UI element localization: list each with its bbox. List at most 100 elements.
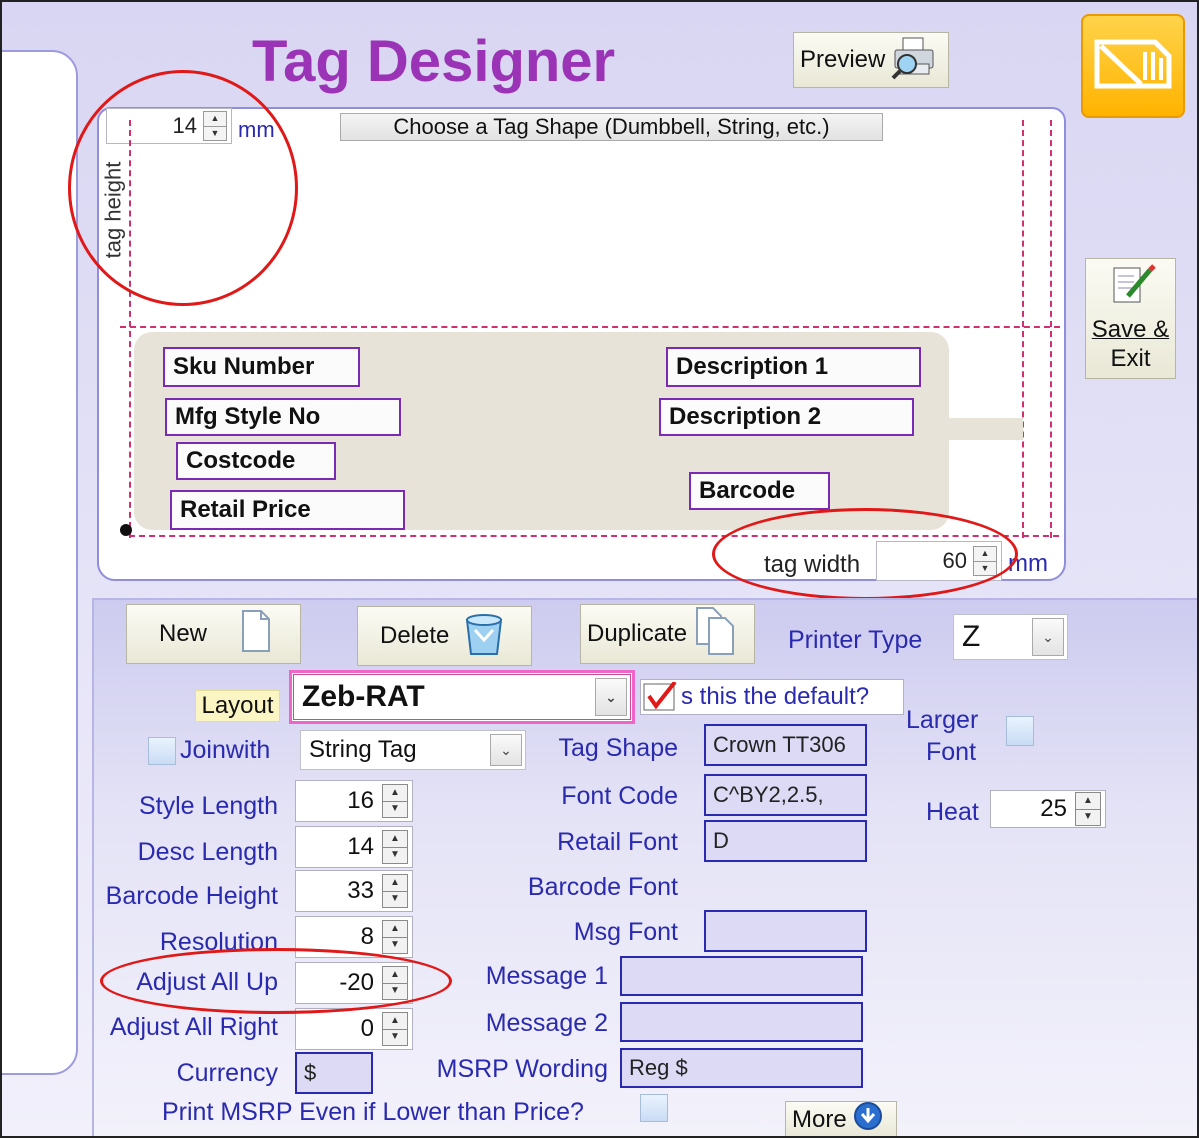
tag-string-stub <box>945 418 1023 440</box>
field-sku-number[interactable]: Sku Number <box>163 347 360 387</box>
chevron-down-icon[interactable]: ⌄ <box>1032 618 1064 656</box>
tag-width-input[interactable]: 60 ▲ ▼ <box>876 541 1002 581</box>
msg-font-label: Msg Font <box>573 918 678 946</box>
style-length-spinner[interactable]: ▲ ▼ <box>382 784 408 818</box>
joinwith-label: Joinwith <box>180 736 271 764</box>
larger-font-label-1: Larger <box>906 706 979 734</box>
message-1-input[interactable] <box>620 956 863 996</box>
tag-shape-input[interactable]: Crown TT306 <box>704 724 867 766</box>
barcode-font-label: Barcode Font <box>527 873 678 901</box>
new-button[interactable]: New <box>126 604 301 664</box>
field-description-1[interactable]: Description 1 <box>666 347 921 387</box>
resolution-input[interactable]: 8 ▲ ▼ <box>295 916 413 958</box>
heat-input[interactable]: 25 ▲ ▼ <box>990 790 1106 828</box>
tag-width-spinner[interactable]: ▲ ▼ <box>973 546 997 576</box>
field-mfg-style-no[interactable]: Mfg Style No <box>165 398 401 436</box>
retail-font-label: Retail Font <box>557 828 678 856</box>
duplicate-button[interactable]: Duplicate <box>580 604 755 664</box>
joinwith-value: String Tag <box>309 736 417 763</box>
adjust-all-right-spinner[interactable]: ▲ ▼ <box>382 1012 408 1046</box>
printer-type-select[interactable]: Z ⌄ <box>953 614 1068 660</box>
guide-top <box>120 326 1060 328</box>
desc-length-label: Desc Length <box>137 838 278 866</box>
joinwith-select[interactable]: String Tag ⌄ <box>300 730 526 770</box>
currency-input[interactable]: $ <box>295 1052 373 1094</box>
tag-height-label: tag height <box>100 161 126 259</box>
style-length-input[interactable]: 16 ▲ ▼ <box>295 780 413 822</box>
msrp-wording-input[interactable]: Reg $ <box>620 1048 863 1088</box>
save-exit-label-2: Exit <box>1110 345 1151 372</box>
field-costcode[interactable]: Costcode <box>176 442 336 480</box>
msg-font-input[interactable] <box>704 910 867 952</box>
printer-type-label: Printer Type <box>788 626 923 654</box>
style-length-label: Style Length <box>139 792 278 820</box>
layout-label: Layout <box>195 690 280 722</box>
adjust-all-right-label: Adjust All Right <box>109 1013 278 1041</box>
larger-font-checkbox[interactable] <box>1006 716 1034 746</box>
desc-length-spinner[interactable]: ▲ ▼ <box>382 830 408 864</box>
tag-height-input[interactable]: 14 ▲ ▼ <box>106 108 232 144</box>
message-2-input[interactable] <box>620 1002 863 1042</box>
layout-select[interactable]: Zeb-RAT ⌄ <box>293 674 631 720</box>
duplicate-label: Duplicate <box>587 620 688 647</box>
arrow-down-circle-icon <box>853 1101 883 1138</box>
field-description-2[interactable]: Description 2 <box>659 398 914 436</box>
tag-height-unit: mm <box>238 117 275 142</box>
adjust-all-up-label: Adjust All Up <box>136 968 278 996</box>
recycle-bin-icon <box>461 608 507 665</box>
heat-label: Heat <box>926 798 979 826</box>
save-exit-label-1: Save & <box>1091 316 1170 343</box>
left-list-panel[interactable] <box>0 50 78 1075</box>
tag-width-value: 60 <box>942 548 967 573</box>
save-exit-button[interactable]: Save & Exit <box>1085 258 1176 379</box>
resolution-label: Resolution <box>159 928 278 956</box>
guide-left <box>129 120 131 538</box>
delete-label: Delete <box>380 622 450 649</box>
layout-value: Zeb-RAT <box>302 680 425 713</box>
default-label: s this the default? <box>681 683 870 710</box>
more-button[interactable]: More <box>785 1101 897 1138</box>
delete-button[interactable]: Delete <box>357 606 532 666</box>
retail-font-input[interactable]: D <box>704 820 867 862</box>
page-title: Tag Designer <box>252 29 616 94</box>
preview-button[interactable]: Preview <box>793 32 949 88</box>
edit-document-icon <box>1106 264 1156 315</box>
adjust-all-up-spinner[interactable]: ▲ ▼ <box>382 966 408 1000</box>
currency-label: Currency <box>176 1059 278 1087</box>
tag-width-label: tag width <box>764 551 861 578</box>
barcode-height-input[interactable]: 33 ▲ ▼ <box>295 870 413 912</box>
font-code-input[interactable]: C^BY2,2.5, <box>704 774 867 816</box>
printer-preview-icon <box>889 34 939 87</box>
tag-logo-icon <box>1091 34 1175 99</box>
msrp-wording-label: MSRP Wording <box>436 1055 608 1083</box>
print-msrp-checkbox[interactable] <box>640 1094 668 1122</box>
barcode-height-spinner[interactable]: ▲ ▼ <box>382 874 408 908</box>
new-document-icon <box>241 609 271 660</box>
heat-spinner[interactable]: ▲ ▼ <box>1075 792 1101 826</box>
origin-dot <box>120 524 132 536</box>
tag-height-value: 14 <box>172 113 197 138</box>
larger-font-label-2: Font <box>926 738 977 766</box>
new-label: New <box>159 620 208 647</box>
preview-label: Preview <box>800 46 886 73</box>
field-barcode[interactable]: Barcode <box>689 472 830 510</box>
tag-shape-label: Tag Shape <box>558 734 678 762</box>
guide-right-outer <box>1050 120 1052 538</box>
field-retail-price[interactable]: Retail Price <box>170 490 405 530</box>
adjust-all-right-input[interactable]: 0 ▲ ▼ <box>295 1008 413 1050</box>
font-code-label: Font Code <box>561 782 678 810</box>
desc-length-input[interactable]: 14 ▲ ▼ <box>295 826 413 868</box>
more-label: More <box>792 1105 847 1133</box>
message-2-label: Message 2 <box>485 1009 608 1037</box>
tag-width-unit: mm <box>1008 550 1048 577</box>
joinwith-checkbox[interactable] <box>148 737 176 765</box>
adjust-all-up-input[interactable]: -20 ▲ ▼ <box>295 962 413 1004</box>
duplicate-documents-icon <box>695 606 739 663</box>
choose-tag-shape-button[interactable]: Choose a Tag Shape (Dumbbell, String, et… <box>340 113 883 141</box>
default-checkbox[interactable]: s this the default? <box>640 679 904 715</box>
check-mark-icon <box>641 682 681 712</box>
chevron-down-icon[interactable]: ⌄ <box>595 678 627 716</box>
tag-height-spinner[interactable]: ▲ ▼ <box>203 111 227 141</box>
barcode-height-label: Barcode Height <box>105 882 278 910</box>
resolution-spinner[interactable]: ▲ ▼ <box>382 920 408 954</box>
